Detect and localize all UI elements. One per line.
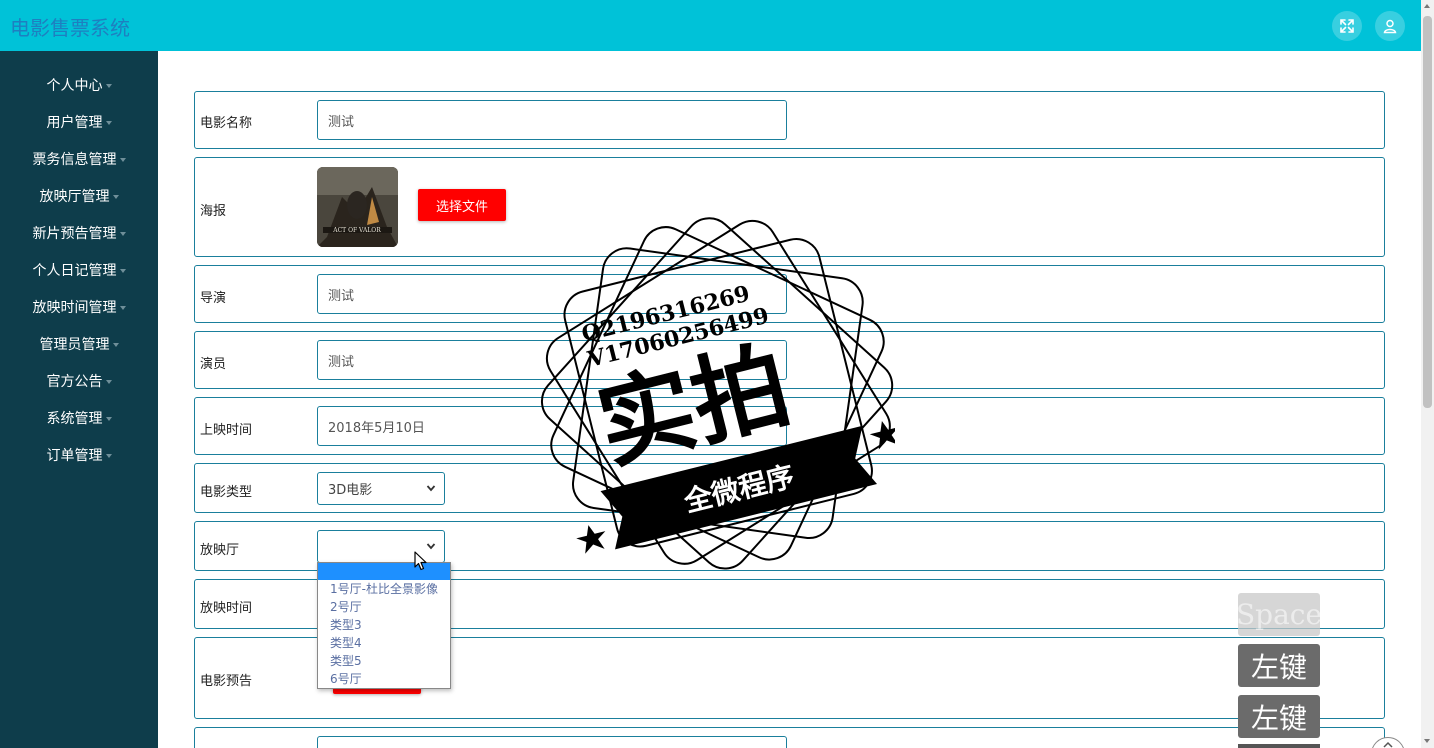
sidebar-item-system-management[interactable]: 系统管理 [0,406,158,430]
dropdown-option[interactable]: 类型5 [318,652,450,670]
chevron-down-icon [426,485,436,492]
movie-type-select[interactable]: 3D电影 [317,472,445,505]
dropdown-option[interactable] [318,563,450,580]
sidebar-item-announcements[interactable]: 官方公告 [0,369,158,393]
sidebar-item-showtime-management[interactable]: 放映时间管理 [0,295,158,319]
movie-name-input[interactable] [317,100,787,140]
key-overlay-left-click: 左键 [1238,644,1320,687]
field-label: 上映时间 [200,423,253,438]
user-icon [1383,19,1397,34]
top-header: 电影售票系统 [0,0,1421,51]
fullscreen-icon [1340,19,1354,33]
poster-title: ACT OF VALOR [332,227,381,234]
sidebar-item-label: 官方公告 [46,374,103,390]
caret-down-icon [119,306,126,310]
form-row-release-date: 上映时间 [194,397,1385,455]
poster-thumbnail: ACT OF VALOR [317,167,398,247]
release-date-input[interactable] [317,406,787,446]
sidebar-item-label: 个人日记管理 [32,263,117,279]
form-row-movie-type: 电影类型 3D电影 [194,463,1385,513]
form-row-poster: 海报 ACT OF VALOR 选择文件 [194,157,1385,257]
fullscreen-button[interactable] [1332,11,1362,41]
director-input[interactable] [317,274,787,314]
sidebar-item-label: 放映厅管理 [39,189,110,205]
sidebar-item-label: 系统管理 [46,411,103,427]
field-label: 海报 [200,204,227,219]
vertical-scrollbar[interactable] [1421,0,1434,748]
caret-down-icon [112,343,119,347]
user-menu-button[interactable] [1375,11,1405,41]
field-label: 电影类型 [200,485,253,500]
caret-down-icon [119,158,126,162]
actor-input[interactable] [317,340,787,380]
sidebar-item-label: 个人中心 [46,78,103,94]
sidebar-item-label: 票务信息管理 [32,152,117,168]
caret-down-icon [119,269,126,273]
hall-dropdown-list[interactable]: 1号厅-杜比全景影像 2号厅 类型3 类型4 类型5 6号厅 [317,562,451,689]
next-input[interactable] [317,736,787,748]
mouse-cursor-icon [414,551,427,571]
caret-down-icon [105,121,112,125]
app-title: 电影售票系统 [10,16,130,40]
dropdown-option[interactable]: 1号厅-杜比全景影像 [318,580,450,598]
chevron-down-icon [426,543,436,550]
sidebar-item-diary-management[interactable]: 个人日记管理 [0,258,158,282]
key-overlay-partial [1238,744,1320,748]
field-label: 电影预告 [200,674,253,689]
scrollbar-thumb[interactable] [1423,16,1432,408]
movie-type-value: 3D电影 [328,483,373,498]
scroll-down-arrow-icon[interactable] [1424,739,1430,743]
field-label: 演员 [200,357,227,372]
form-row-next [194,727,1385,748]
dropdown-option[interactable]: 2号厅 [318,598,450,616]
dropdown-option[interactable]: 类型4 [318,634,450,652]
sidebar-item-ticket-management[interactable]: 票务信息管理 [0,147,158,171]
sidebar-item-label: 订单管理 [46,448,103,464]
key-overlay-space: Space [1236,593,1322,636]
form-row-movie-name: 电影名称 [194,91,1385,149]
caret-down-icon [105,417,112,421]
sidebar-item-hall-management[interactable]: 放映厅管理 [0,184,158,208]
sidebar-item-label: 新片预告管理 [32,226,117,242]
field-label: 电影名称 [200,116,253,131]
sidebar-item-personal-center[interactable]: 个人中心 [0,73,158,97]
key-overlay-left-click: 左键 [1238,695,1320,738]
choose-file-button[interactable]: 选择文件 [418,189,506,221]
sidebar-item-order-management[interactable]: 订单管理 [0,443,158,467]
form-row-director: 导演 [194,265,1385,323]
chevron-up-icon [1383,741,1393,748]
form-row-actor: 演员 [194,331,1385,389]
caret-down-icon [105,84,112,88]
sidebar-item-trailer-management[interactable]: 新片预告管理 [0,221,158,245]
dropdown-option[interactable]: 6号厅 [318,670,450,688]
caret-down-icon [119,232,126,236]
sidebar-item-admin-management[interactable]: 管理员管理 [0,332,158,356]
caret-down-icon [112,195,119,199]
caret-down-icon [105,380,112,384]
sidebar-item-label: 管理员管理 [39,337,110,353]
scroll-up-arrow-icon[interactable] [1424,4,1430,8]
caret-down-icon [105,454,112,458]
field-label: 放映时间 [200,601,253,616]
sidebar-item-label: 用户管理 [46,115,103,131]
field-label: 放映厅 [200,543,240,558]
sidebar-item-user-management[interactable]: 用户管理 [0,110,158,134]
dropdown-option[interactable]: 类型3 [318,616,450,634]
sidebar-item-label: 放映时间管理 [32,300,117,316]
field-label: 导演 [200,291,227,306]
